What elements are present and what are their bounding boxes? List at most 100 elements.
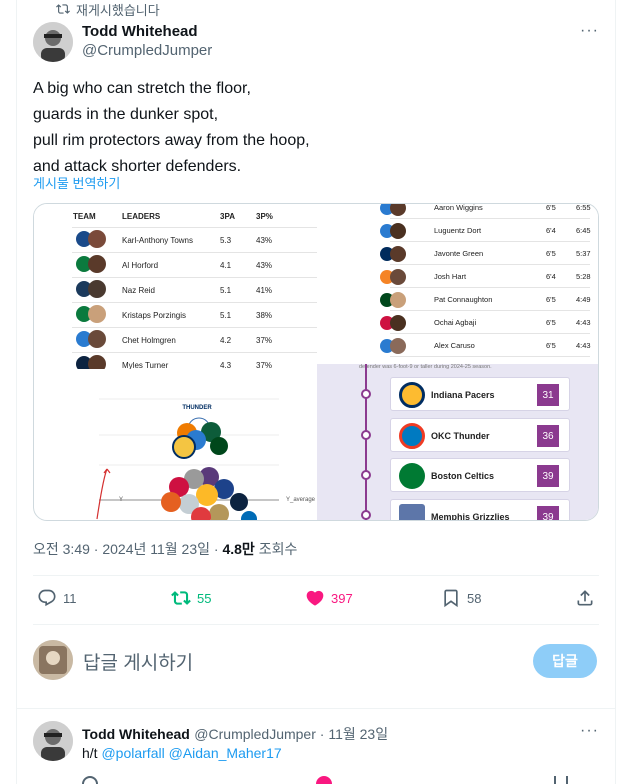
timeline-dot: [361, 510, 371, 520]
team-name: Boston Celtics: [431, 471, 495, 481]
heart-icon[interactable]: [316, 776, 332, 784]
player-height: 6'4: [546, 272, 556, 281]
timeline-caption: defender was 6-foot-9 or taller during 2…: [359, 364, 492, 370]
player-time: 4:43: [576, 318, 591, 327]
author-avatar[interactable]: [33, 22, 73, 62]
leader-3pa: 4.3: [220, 361, 232, 369]
player-avatar: [88, 280, 106, 298]
player-avatar: [88, 230, 106, 248]
table-row: Myles Turner 4.3 37%: [72, 352, 317, 369]
team-card: Boston Celtics 39: [390, 458, 570, 492]
repost-button[interactable]: 55: [171, 588, 211, 608]
author-name[interactable]: Todd Whitehead: [82, 23, 198, 40]
average-line-label: Y_average: [286, 497, 316, 503]
mention-link[interactable]: @Aidan_Maher17: [169, 745, 282, 761]
table-row: Naz Reid 5.1 41%: [72, 277, 317, 301]
reply-composer: 답글 게시하기 답글: [33, 640, 599, 682]
reply-submit-button[interactable]: 답글: [533, 644, 597, 678]
player-avatar: [390, 204, 406, 216]
player-time: 5:28: [576, 272, 591, 281]
team-logo-scatter-plot: THUNDER Y_average Y: [79, 369, 319, 520]
player-name: Aaron Wiggins: [434, 203, 483, 212]
views-count: 4.8만: [222, 541, 255, 557]
table-row: Josh Hart 6'4 5:28: [380, 265, 591, 288]
views-label: 조회수: [254, 541, 298, 557]
player-avatar: [88, 255, 106, 273]
leader-3ppct: 41%: [256, 286, 273, 295]
leader-3pa: 4.1: [220, 261, 232, 270]
player-height: 6'4: [546, 226, 556, 235]
team-logo: [399, 423, 425, 449]
player-name: Luguentz Dort: [434, 226, 482, 235]
table-row: Javonte Green 6'5 5:37: [380, 242, 591, 265]
player-name: Ochai Agbaji: [434, 318, 477, 327]
reply-button[interactable]: 11: [37, 588, 77, 608]
reply-input[interactable]: 답글 게시하기: [83, 648, 193, 675]
player-name: Josh Hart: [434, 272, 467, 281]
leader-3ppct: 43%: [256, 261, 273, 270]
team-name: Indiana Pacers: [431, 390, 495, 400]
current-user-avatar[interactable]: [33, 640, 73, 680]
team-value: 31: [537, 384, 559, 406]
reply-author-avatar[interactable]: [33, 721, 73, 761]
share-icon: [577, 590, 593, 606]
svg-text:THUNDER: THUNDER: [182, 405, 212, 411]
three-point-leaders-table: TEAM LEADERS 3PA 3P% Karl-Anthony Towns …: [34, 204, 317, 369]
repost-count: 55: [197, 590, 212, 606]
timeline-dot: [361, 389, 371, 399]
mention-link[interactable]: @polarfall: [101, 745, 164, 761]
player-name: Javonte Green: [434, 249, 484, 258]
plot-canvas: THUNDER: [96, 398, 279, 520]
share-button[interactable]: [575, 588, 595, 608]
reply-actions-row: [82, 776, 592, 784]
divider: [33, 624, 599, 625]
tweet-actions: 11 55 397 58: [33, 588, 599, 612]
author-handle[interactable]: @CrumpledJumper: [82, 42, 212, 59]
more-options-icon[interactable]: ···: [580, 22, 599, 40]
player-avatar: [390, 292, 406, 308]
tweet-text-line: pull rim protectors away from the hoop,: [33, 132, 310, 149]
media-collage[interactable]: TEAM LEADERS 3PA 3P% Karl-Anthony Towns …: [33, 203, 599, 521]
leader-3ppct: 37%: [256, 361, 273, 369]
table-row: Al Horford 4.1 43%: [72, 252, 317, 276]
leader-name: Kristaps Porzingis: [122, 311, 187, 320]
tweet-text-line: A big who can stretch the floor,: [33, 80, 251, 97]
leader-name: Naz Reid: [122, 286, 155, 295]
heart-icon: [306, 590, 324, 606]
reply-header: Todd Whitehead @CrumpledJumper · 11월 23일: [82, 724, 388, 744]
tweet-timestamp[interactable]: 오전 3:49 · 2024년 11월 23일: [33, 541, 210, 557]
leader-3pa: 5.1: [220, 311, 232, 320]
tweet-text-line: guards in the dunker spot,: [33, 106, 219, 123]
reply-more-options-icon[interactable]: ···: [580, 722, 599, 740]
team-card: Memphis Grizzlies 39: [390, 499, 570, 520]
bookmark-icon: [444, 589, 458, 608]
team-card: OKC Thunder 36: [390, 418, 570, 452]
leader-name: Karl-Anthony Towns: [122, 236, 193, 245]
bookmark-button[interactable]: 58: [441, 588, 481, 608]
team-value: 39: [537, 506, 559, 520]
player-time: 6:45: [576, 226, 591, 235]
player-avatar: [390, 269, 406, 285]
reply-date[interactable]: · 11월 23일: [316, 726, 388, 742]
defender-minutes-table: Aaron Wiggins 6'5 6:55 Luguentz Dort 6'4…: [356, 203, 598, 366]
team-logo: [399, 382, 425, 408]
share-icon[interactable]: [554, 776, 568, 784]
player-time: 4:49: [576, 295, 591, 304]
team-logo: [399, 463, 425, 489]
reply-icon[interactable]: [82, 776, 98, 784]
team-name: OKC Thunder: [431, 431, 490, 441]
reply-author-handle[interactable]: @CrumpledJumper: [194, 726, 316, 742]
like-count: 397: [331, 590, 353, 606]
translate-post-link[interactable]: 게시물 번역하기: [33, 173, 120, 192]
team-card: Indiana Pacers 31: [390, 377, 570, 411]
timeline-dot: [361, 430, 371, 440]
team-value: 39: [537, 465, 559, 487]
like-button[interactable]: 397: [305, 588, 353, 608]
leader-3pa: 4.2: [220, 336, 232, 345]
header-team: TEAM: [73, 212, 96, 221]
table-row: Chet Holmgren 4.2 37%: [72, 327, 317, 351]
reply-author-name[interactable]: Todd Whitehead: [82, 726, 190, 742]
header-leaders: LEADERS: [122, 212, 161, 221]
header-3ppct: 3P%: [256, 212, 273, 221]
player-height: 6'5: [546, 249, 556, 258]
